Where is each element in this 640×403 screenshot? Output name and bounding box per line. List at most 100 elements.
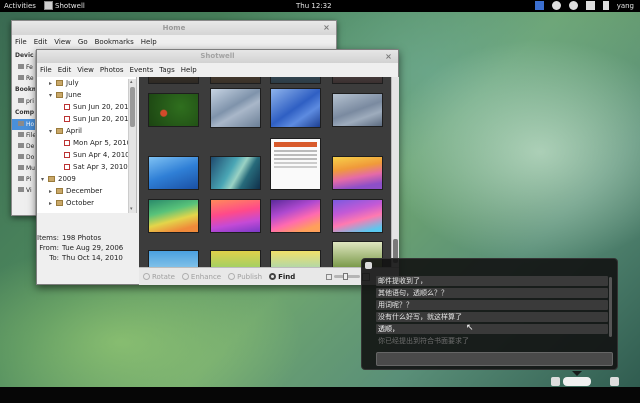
tree-scrollbar[interactable]: ▴ ▾ [128,79,136,213]
app-menu-label: Shotwell [55,1,85,10]
photo-thumbnail[interactable] [149,94,198,126]
sidebar-item[interactable]: Mu [12,163,35,174]
sidebar-item[interactable]: Do [12,152,35,163]
home-menu-file[interactable]: File [15,38,27,46]
sidebar-item[interactable]: Re [12,73,35,84]
home-menu-help[interactable]: Help [141,38,157,46]
document-line [274,162,317,164]
shotwell-menu-events[interactable]: Events [130,66,154,74]
sidebar-item-label: pri [26,98,34,105]
tree-row[interactable]: Sun Jun 20, 2010 [37,101,136,113]
network-icon[interactable] [534,1,544,10]
tree-row-label: Sun Apr 4, 2010 [73,151,130,159]
tree-row[interactable]: Mon Apr 5, 2010 [37,137,136,149]
tree-row[interactable]: ▸ October [37,197,136,209]
tree-row[interactable]: ▾ 2009 [37,173,136,185]
tree-row[interactable]: Sat Apr 3, 2010 [37,161,136,173]
sidebar-item[interactable]: Pi [12,174,35,185]
sidebar-item[interactable]: pri [12,96,35,107]
app-menu[interactable]: Shotwell [44,1,85,10]
shotwell-menu-tags[interactable]: Tags [159,66,175,74]
clock[interactable]: Thu 12:32 [296,2,332,10]
photo-thumbnail[interactable] [149,251,198,267]
stat-key: To: [49,254,59,262]
home-menu-go[interactable]: Go [78,38,88,46]
home-menu-view[interactable]: View [54,38,71,46]
grid-scrollbar[interactable] [391,77,399,267]
accessibility-icon[interactable] [551,1,561,10]
tree-row[interactable]: Sun Jun 20, 2010 [37,113,136,125]
home-menu-edit[interactable]: Edit [34,38,48,46]
photo-thumbnail[interactable] [333,77,382,83]
rotate-button[interactable]: Rotate [143,273,175,281]
contact-icon[interactable] [551,377,560,386]
chat-reply-input[interactable] [376,352,613,366]
shotwell-title: Shotwell [200,52,235,60]
photo-thumbnail[interactable] [333,94,382,126]
shotwell-app-icon [44,1,53,10]
photo-thumbnail[interactable] [271,251,320,267]
sidebar-header: Devic [15,52,34,59]
tree-scroll-thumb[interactable] [130,87,135,127]
sidebar-item[interactable]: Vi [12,185,35,196]
tree-row[interactable]: ▾ June [37,89,136,101]
tree-row[interactable]: ▾ April [37,125,136,137]
photo-thumbnail[interactable] [271,139,320,189]
stat-row: Items: 198 Photos [37,233,137,243]
stat-value: 198 Photos [62,234,102,242]
battery-icon[interactable] [602,1,609,10]
publish-button[interactable]: Publish [228,273,262,281]
document-line [274,150,317,152]
shotwell-menu-view[interactable]: View [77,66,94,74]
home-window-titlebar[interactable]: Home × [12,21,336,35]
photo-thumbnail[interactable] [149,200,198,232]
volume-icon[interactable] [585,1,595,10]
enhance-button[interactable]: Enhance [181,273,221,281]
user-menu[interactable]: yang [617,2,634,10]
folder-icon [56,188,63,194]
zoom-slider-knob[interactable] [343,273,349,280]
shotwell-menu-edit[interactable]: Edit [58,66,72,74]
sidebar-item-label: Do [26,154,35,161]
shotwell-menu-photos[interactable]: Photos [100,66,124,74]
expander-closed-icon[interactable]: ▸ [49,198,56,210]
sidebar-item[interactable]: De [12,141,35,152]
photo-thumbnail[interactable] [149,77,198,83]
bluetooth-icon[interactable] [568,1,578,10]
zoom-slider[interactable] [334,273,361,280]
photo-thumbnail[interactable] [271,89,320,127]
shotwell-menu-file[interactable]: File [40,66,52,74]
sidebar-item[interactable]: Fe [12,62,35,73]
photo-grid [139,77,391,267]
photo-thumbnail[interactable] [211,157,260,189]
sidebar-item[interactable]: Ho [12,119,35,130]
photo-thumbnail[interactable] [271,200,320,232]
photo-thumbnail[interactable] [211,200,260,232]
home-close-icon[interactable]: × [322,23,331,32]
photo-thumbnail[interactable] [333,157,382,189]
photo-thumbnail[interactable] [211,89,260,127]
tree-row[interactable]: Sun Apr 4, 2010 [37,149,136,161]
sidebar-item[interactable]: File [12,130,35,141]
chat-scrollbar[interactable] [609,277,612,337]
scroll-down-icon[interactable]: ▾ [130,207,135,212]
photo-thumbnail[interactable] [333,200,382,232]
shotwell-titlebar[interactable]: Shotwell × [37,50,398,63]
activities-button[interactable]: Activities [4,2,36,10]
home-menu-bookmarks[interactable]: Bookmarks [95,38,134,46]
photo-thumbnail[interactable] [149,157,198,189]
notification-summary-icon[interactable] [563,377,591,386]
tree-row[interactable]: ▸ July [37,77,136,89]
event-icon [64,104,70,110]
photo-thumbnail[interactable] [271,77,320,83]
user-status-icon[interactable] [610,377,619,386]
photo-thumbnail[interactable] [211,77,260,83]
photo-thumbnail[interactable] [211,251,260,267]
find-button[interactable]: Find [269,273,295,281]
zoom-out-icon[interactable] [326,273,333,280]
shotwell-menu-help[interactable]: Help [181,66,197,74]
scroll-up-icon[interactable]: ▴ [130,80,135,85]
tree-row[interactable]: ▸ December [37,185,136,197]
folder-icon [56,80,63,86]
shotwell-close-icon[interactable]: × [384,52,393,61]
